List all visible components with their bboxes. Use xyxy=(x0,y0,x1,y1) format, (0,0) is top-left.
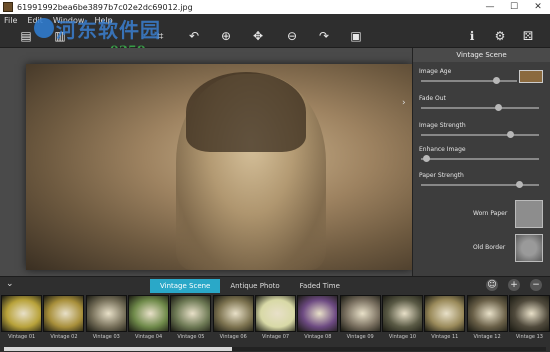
vintage-photo-preview[interactable] xyxy=(26,64,412,270)
tab-antique-photo[interactable]: Antique Photo xyxy=(220,279,289,293)
settings-panel: Vintage Scene Image Age Fade Out Image Str… xyxy=(412,48,550,276)
watermark-title: 河东软件园 xyxy=(56,18,161,42)
slider-knob[interactable] xyxy=(494,104,502,111)
fit-screen-icon[interactable]: ▣ xyxy=(346,26,366,46)
settings-icon[interactable]: ⚙ xyxy=(490,26,510,46)
preset-thumbnail[interactable]: Vintage 11 xyxy=(424,295,466,345)
add-preset-icon[interactable]: + xyxy=(508,279,520,291)
control-slider[interactable] xyxy=(421,181,539,188)
control-label: Paper Strength xyxy=(419,172,464,179)
image-canvas-area: › xyxy=(0,48,412,276)
control-slider[interactable] xyxy=(421,104,539,111)
random-icon[interactable]: ⚄ xyxy=(518,26,538,46)
preset-thumbnail[interactable]: Vintage 01 xyxy=(1,295,43,345)
slider-knob[interactable] xyxy=(422,155,430,162)
preset-thumbnail[interactable]: Vintage 08 xyxy=(297,295,339,345)
preset-thumbnail-image xyxy=(1,295,43,332)
menu-file[interactable]: File xyxy=(4,16,17,25)
control-label: Image Strength xyxy=(419,122,466,129)
panel-collapse-icon[interactable]: › xyxy=(402,98,406,108)
preset-thumbnail-image xyxy=(466,295,508,332)
texture-label: Old Border xyxy=(473,244,506,251)
preset-thumbnail-image xyxy=(381,295,423,332)
preset-thumbnail[interactable]: Vintage 13 xyxy=(508,295,550,345)
preset-thumbnail[interactable]: Vintage 04 xyxy=(128,295,170,345)
preset-thumbnail-image xyxy=(128,295,170,332)
collapse-strip-icon[interactable]: ⌄ xyxy=(6,279,14,289)
preset-thumbnail-label: Vintage 09 xyxy=(346,334,374,340)
preset-thumbnail-label: Vintage 01 xyxy=(8,334,36,340)
remove-preset-icon[interactable]: − xyxy=(530,279,542,291)
preset-thumbnail-label: Vintage 02 xyxy=(50,334,78,340)
preset-thumbnail[interactable]: Vintage 02 xyxy=(43,295,85,345)
preset-thumbnail[interactable]: Vintage 10 xyxy=(381,295,423,345)
preset-thumbnail-image xyxy=(85,295,127,332)
title-bar: 61991992bea6be3897b7c02e2dc69012.jpg — ☐… xyxy=(0,0,550,14)
tab-vintage-scene[interactable]: Vintage Scene xyxy=(150,279,221,293)
preset-thumbnail-label: Vintage 07 xyxy=(261,334,290,340)
preset-thumbnail-image xyxy=(339,295,381,332)
preset-thumbnail-image xyxy=(255,295,297,332)
minimize-button[interactable]: — xyxy=(478,0,502,14)
photo-subject-hair xyxy=(186,72,306,152)
preset-thumbnail[interactable]: Vintage 07 xyxy=(255,295,297,345)
preset-thumbnail-image xyxy=(424,295,466,332)
preset-thumbnails: Vintage 01 Vintage 02 Vintage 03 Vintage 04… xyxy=(0,295,550,345)
tab-faded-time[interactable]: Faded Time xyxy=(290,279,350,293)
preset-thumbnail-image xyxy=(43,295,85,332)
preset-thumbnail-image xyxy=(212,295,254,332)
preset-thumbnail-label: Vintage 08 xyxy=(304,334,332,340)
preset-thumbnail[interactable]: Vintage 09 xyxy=(339,295,381,345)
app-window: 61991992bea6be3897b7c02e2dc69012.jpg — ☐… xyxy=(0,0,550,352)
slider-knob[interactable] xyxy=(506,131,514,138)
preset-strip: ⌄ Vintage Scene Antique Photo Faded Time ☺… xyxy=(0,276,550,352)
slider-knob[interactable] xyxy=(492,77,500,84)
strip-actions: ☺ + − xyxy=(486,279,542,291)
preset-thumbnail-label: Vintage 03 xyxy=(92,334,120,340)
texture-label: Worn Paper xyxy=(473,210,508,217)
zoom-out-icon[interactable]: ⊖ xyxy=(282,26,302,46)
control-label: Image Age xyxy=(419,68,452,75)
face-icon[interactable]: ☺ xyxy=(486,279,498,291)
preset-thumbnail-label: Vintage 12 xyxy=(473,334,501,340)
redo-icon[interactable]: ↷ xyxy=(314,26,334,46)
preset-thumbnail-label: Vintage 10 xyxy=(388,334,417,340)
close-button[interactable]: ✕ xyxy=(526,0,550,14)
zoom-in-icon[interactable]: ⊕ xyxy=(216,26,236,46)
maximize-button[interactable]: ☐ xyxy=(502,0,526,14)
preset-thumbnail-label: Vintage 05 xyxy=(177,334,205,340)
preset-scrollbar[interactable] xyxy=(4,347,546,351)
app-icon xyxy=(3,2,13,12)
preset-thumbnail-label: Vintage 06 xyxy=(219,334,247,340)
control-label: Fade Out xyxy=(419,95,446,102)
control-slider[interactable] xyxy=(421,155,539,162)
preset-thumbnail[interactable]: Vintage 03 xyxy=(85,295,127,345)
preset-thumbnail-image xyxy=(508,295,550,332)
preset-thumbnail[interactable]: Vintage 06 xyxy=(212,295,254,345)
window-title: 61991992bea6be3897b7c02e2dc69012.jpg xyxy=(17,2,193,12)
panel-title: Vintage Scene xyxy=(413,48,550,62)
slider-knob[interactable] xyxy=(515,181,523,188)
preset-thumbnail-label: Vintage 04 xyxy=(135,334,163,340)
control-label: Enhance Image xyxy=(419,146,466,153)
preset-scrollbar-thumb[interactable] xyxy=(4,347,232,351)
preset-thumbnail-image xyxy=(297,295,339,332)
move-icon[interactable]: ✥ xyxy=(248,26,268,46)
info-icon[interactable]: ℹ xyxy=(462,26,482,46)
age-color-swatch[interactable] xyxy=(519,70,543,83)
open-folder-icon[interactable]: ▤ xyxy=(16,26,36,46)
rotate-icon[interactable]: ↶ xyxy=(184,26,204,46)
old-border-texture[interactable] xyxy=(515,234,543,262)
watermark-logo xyxy=(34,18,54,38)
control-slider[interactable] xyxy=(421,131,539,138)
control-slider[interactable] xyxy=(421,77,517,84)
preset-thumbnail[interactable]: Vintage 05 xyxy=(170,295,212,345)
preset-thumbnail-label: Vintage 13 xyxy=(515,334,543,340)
preset-tabs: Vintage Scene Antique Photo Faded Time xyxy=(150,279,350,293)
worn-paper-texture[interactable] xyxy=(515,200,543,228)
preset-thumbnail-label: Vintage 11 xyxy=(431,334,459,340)
preset-thumbnail-image xyxy=(170,295,212,332)
preset-thumbnail[interactable]: Vintage 12 xyxy=(466,295,508,345)
